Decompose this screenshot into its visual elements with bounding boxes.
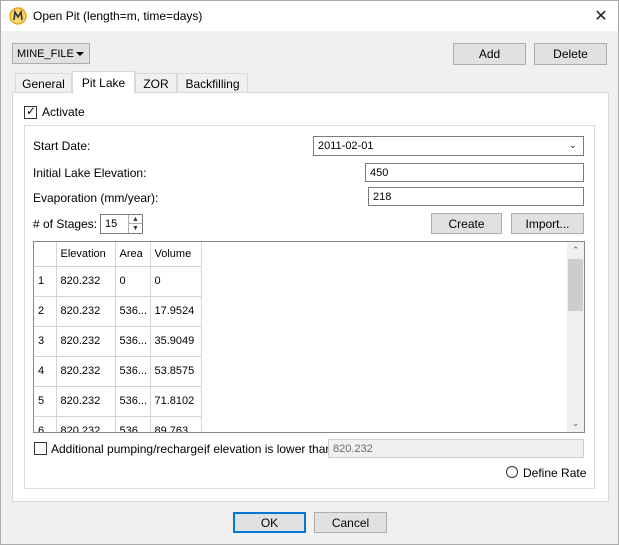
table-row: 5 820.232 536... 71.8102 bbox=[34, 386, 202, 417]
stages-stepper[interactable]: 15 ▲ ▼ bbox=[100, 214, 143, 234]
define-rate-label: Define Rate bbox=[523, 466, 587, 480]
file-select-value: MINE_FILE bbox=[17, 47, 74, 60]
row-index: 5 bbox=[34, 386, 57, 417]
row-index: 1 bbox=[34, 266, 57, 297]
stages-value: 15 bbox=[105, 218, 118, 230]
window-title: Open Pit (length=m, time=days) bbox=[33, 9, 203, 23]
table-row: 6 820.232 536... 89.763 bbox=[34, 416, 202, 432]
activate-checkbox[interactable]: ✓ bbox=[24, 104, 37, 119]
column-header-volume[interactable]: Volume bbox=[150, 242, 202, 267]
pumping-checkbox[interactable] bbox=[34, 442, 47, 455]
cell-elevation[interactable]: 820.232 bbox=[56, 356, 116, 387]
cell-elevation[interactable]: 820.232 bbox=[56, 266, 116, 297]
activate-label: Activate bbox=[42, 105, 85, 119]
scroll-thumb[interactable] bbox=[568, 259, 583, 311]
cell-volume[interactable]: 17.9524 bbox=[150, 296, 202, 327]
cell-elevation[interactable]: 820.232 bbox=[56, 416, 116, 432]
row-index: 6 bbox=[34, 416, 57, 432]
stepper-up-icon[interactable]: ▲ bbox=[129, 215, 142, 224]
stages-table: Elevation Area Volume 1 820.232 0 0 2 82… bbox=[33, 241, 585, 433]
row-index: 2 bbox=[34, 296, 57, 327]
close-icon: ✕ bbox=[594, 8, 608, 25]
table-row: 2 820.232 536... 17.9524 bbox=[34, 296, 202, 327]
cell-volume[interactable]: 35.9049 bbox=[150, 326, 202, 357]
tab-pit-lake[interactable]: Pit Lake bbox=[72, 71, 135, 94]
column-header-elevation[interactable]: Elevation bbox=[56, 242, 116, 267]
cell-volume[interactable]: 71.8102 bbox=[150, 386, 202, 417]
start-date-label: Start Date: bbox=[33, 139, 91, 153]
tab-backfilling[interactable]: Backfilling bbox=[177, 73, 248, 94]
row-index: 3 bbox=[34, 326, 57, 357]
column-header-area[interactable]: Area bbox=[115, 242, 151, 267]
cell-volume[interactable]: 53.8575 bbox=[150, 356, 202, 387]
cell-volume[interactable]: 89.763 bbox=[150, 416, 202, 432]
initial-elevation-field[interactable]: 450 bbox=[365, 163, 584, 182]
stepper-buttons: ▲ ▼ bbox=[128, 215, 142, 233]
cell-area[interactable]: 536... bbox=[115, 416, 151, 432]
start-date-picker[interactable]: 2011-02-01 ⌄ bbox=[313, 136, 584, 156]
dialog-window: Open Pit (length=m, time=days) ✕ MINE_FI… bbox=[0, 0, 619, 545]
cell-elevation[interactable]: 820.232 bbox=[56, 296, 116, 327]
cell-volume[interactable]: 0 bbox=[150, 266, 202, 297]
table-scrollbar[interactable]: ⌃ ⌄ bbox=[567, 242, 584, 432]
import-button[interactable]: Import... bbox=[511, 213, 584, 234]
initial-elevation-label: Initial Lake Elevation: bbox=[33, 166, 147, 180]
table-header-row: Elevation Area Volume bbox=[34, 242, 202, 267]
row-index: 4 bbox=[34, 356, 57, 387]
scroll-down-icon[interactable]: ⌄ bbox=[567, 415, 584, 432]
stages-label: # of Stages: bbox=[33, 217, 98, 231]
tab-general[interactable]: General bbox=[15, 73, 72, 94]
cell-elevation[interactable]: 820.232 bbox=[56, 326, 116, 357]
cell-elevation[interactable]: 820.232 bbox=[56, 386, 116, 417]
checkmark-icon: ✓ bbox=[26, 104, 37, 118]
app-logo-icon bbox=[9, 7, 27, 25]
cell-area[interactable]: 536... bbox=[115, 296, 151, 327]
evaporation-label: Evaporation (mm/year): bbox=[33, 191, 159, 205]
evaporation-field[interactable]: 218 bbox=[368, 187, 584, 206]
chevron-down-icon bbox=[76, 52, 84, 56]
tab-zor[interactable]: ZOR bbox=[135, 73, 177, 94]
start-date-value: 2011-02-01 bbox=[318, 140, 374, 152]
if-lower-label: if elevation is lower than bbox=[204, 442, 333, 456]
column-header-index bbox=[34, 242, 57, 267]
create-button[interactable]: Create bbox=[431, 213, 502, 234]
cell-area[interactable]: 536... bbox=[115, 326, 151, 357]
table-row: 1 820.232 0 0 bbox=[34, 266, 202, 297]
close-button[interactable]: ✕ bbox=[583, 1, 619, 31]
pumping-label: Additional pumping/recharge, bbox=[51, 442, 208, 456]
table-row: 3 820.232 536... 35.9049 bbox=[34, 326, 202, 357]
chevron-down-icon: ⌄ bbox=[568, 140, 577, 151]
file-select[interactable]: MINE_FILE bbox=[12, 43, 90, 64]
cancel-button[interactable]: Cancel bbox=[314, 512, 387, 533]
cell-area[interactable]: 0 bbox=[115, 266, 151, 297]
define-rate-radio[interactable] bbox=[506, 466, 518, 478]
delete-button[interactable]: Delete bbox=[534, 43, 607, 65]
stepper-down-icon[interactable]: ▼ bbox=[129, 224, 142, 233]
stages-grid: Elevation Area Volume 1 820.232 0 0 2 82… bbox=[34, 242, 202, 432]
ok-button[interactable]: OK bbox=[233, 512, 306, 533]
table-row: 4 820.232 536... 53.8575 bbox=[34, 356, 202, 387]
title-bar[interactable]: Open Pit (length=m, time=days) ✕ bbox=[1, 1, 618, 31]
add-button[interactable]: Add bbox=[453, 43, 526, 65]
scroll-up-icon[interactable]: ⌃ bbox=[567, 242, 584, 259]
cell-area[interactable]: 536... bbox=[115, 356, 151, 387]
cell-area[interactable]: 536... bbox=[115, 386, 151, 417]
elevation-threshold-field[interactable]: 820.232 bbox=[328, 439, 584, 458]
